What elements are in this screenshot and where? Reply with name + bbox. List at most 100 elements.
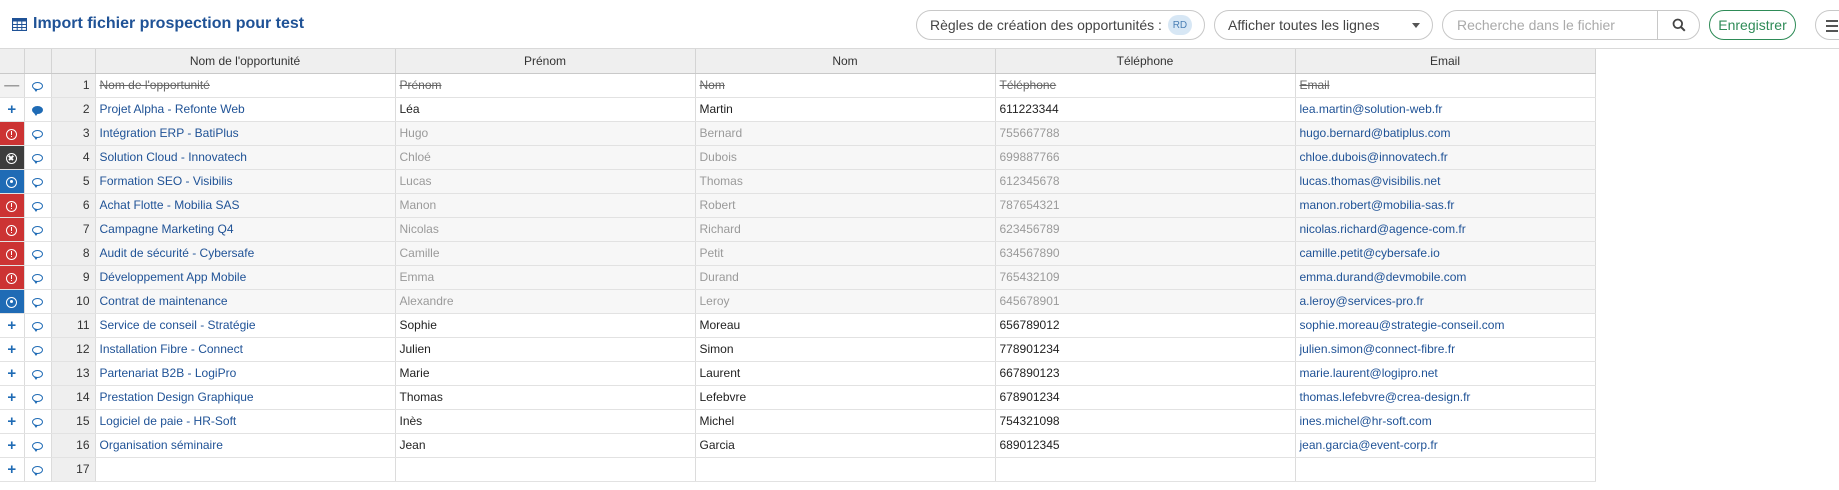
- cell-phone[interactable]: 754321098: [995, 409, 1296, 434]
- cell-opportunity[interactable]: Organisation séminaire: [95, 433, 396, 458]
- table-row[interactable]: +2 Projet Alpha - Refonte Web Léa Martin 611…: [0, 97, 1596, 122]
- row-status-add[interactable]: +: [0, 97, 25, 122]
- cell-email[interactable]: marie.laurent@logipro.net: [1295, 361, 1596, 386]
- row-status-error[interactable]: [0, 241, 25, 266]
- row-status-add[interactable]: +: [0, 385, 25, 410]
- opportunity-rules-button[interactable]: Règles de création des opportunités : RD: [916, 10, 1205, 40]
- cell-opportunity[interactable]: Intégration ERP - BatiPlus: [95, 121, 396, 146]
- comment-button[interactable]: [24, 385, 52, 410]
- cell-opportunity[interactable]: [95, 457, 396, 482]
- cell-opportunity[interactable]: Prestation Design Graphique: [95, 385, 396, 410]
- cell-email[interactable]: lucas.thomas@visibilis.net: [1295, 169, 1596, 194]
- table-row[interactable]: 10 Contrat de maintenance Alexandre Leroy 64…: [0, 289, 1596, 314]
- cell-email[interactable]: [1295, 457, 1596, 482]
- cell-email[interactable]: sophie.moreau@strategie-conseil.com: [1295, 313, 1596, 338]
- cell-lastname[interactable]: [695, 457, 996, 482]
- cell-email[interactable]: emma.durand@devmobile.com: [1295, 265, 1596, 290]
- comment-button[interactable]: [24, 145, 52, 170]
- cell-phone[interactable]: 612345678: [995, 169, 1296, 194]
- cell-email[interactable]: hugo.bernard@batiplus.com: [1295, 121, 1596, 146]
- cell-phone[interactable]: 678901234: [995, 385, 1296, 410]
- row-status-add[interactable]: +: [0, 457, 25, 482]
- comment-button[interactable]: [24, 337, 52, 362]
- cell-firstname[interactable]: Jean: [395, 433, 696, 458]
- cell-firstname[interactable]: Prénom: [395, 73, 696, 98]
- cell-firstname[interactable]: Camille: [395, 241, 696, 266]
- comment-button[interactable]: [24, 265, 52, 290]
- cell-phone[interactable]: 787654321: [995, 193, 1296, 218]
- cell-firstname[interactable]: Léa: [395, 97, 696, 122]
- row-status-add[interactable]: +: [0, 337, 25, 362]
- table-row[interactable]: 7 Campagne Marketing Q4 Nicolas Richard 6234…: [0, 217, 1596, 242]
- cell-opportunity[interactable]: Service de conseil - Stratégie: [95, 313, 396, 338]
- cell-opportunity[interactable]: Nom de l'opportunité: [95, 73, 396, 98]
- table-row[interactable]: 6 Achat Flotte - Mobilia SAS Manon Robert 78…: [0, 193, 1596, 218]
- row-status-add[interactable]: +: [0, 361, 25, 386]
- comment-button[interactable]: [24, 241, 52, 266]
- save-button[interactable]: Enregistrer: [1709, 10, 1796, 40]
- cell-lastname[interactable]: Nom: [695, 73, 996, 98]
- table-row[interactable]: 9 Développement App Mobile Emma Durand 76543…: [0, 265, 1596, 290]
- column-header-opportunity[interactable]: Nom de l'opportunité: [95, 49, 396, 74]
- comment-button[interactable]: [24, 169, 52, 194]
- table-row[interactable]: +16 Organisation séminaire Jean Garcia 68901…: [0, 433, 1596, 458]
- cell-phone[interactable]: 689012345: [995, 433, 1296, 458]
- cell-phone[interactable]: 656789012: [995, 313, 1296, 338]
- table-row[interactable]: +12 Installation Fibre - Connect Julien Sim…: [0, 337, 1596, 362]
- cell-email[interactable]: Email: [1295, 73, 1596, 98]
- comment-button[interactable]: [24, 433, 52, 458]
- cell-firstname[interactable]: Inès: [395, 409, 696, 434]
- table-row[interactable]: 3 Intégration ERP - BatiPlus Hugo Bernard 75…: [0, 121, 1596, 146]
- comment-button[interactable]: [24, 289, 52, 314]
- cell-opportunity[interactable]: Solution Cloud - Innovatech: [95, 145, 396, 170]
- search-button[interactable]: [1657, 11, 1699, 39]
- cell-lastname[interactable]: Petit: [695, 241, 996, 266]
- column-header-lastname[interactable]: Nom: [695, 49, 996, 74]
- table-row[interactable]: +13 Partenariat B2B - LogiPro Marie Laurent…: [0, 361, 1596, 386]
- cell-phone[interactable]: 755667788: [995, 121, 1296, 146]
- cell-lastname[interactable]: Garcia: [695, 433, 996, 458]
- cell-opportunity[interactable]: Partenariat B2B - LogiPro: [95, 361, 396, 386]
- table-row[interactable]: — 1 Nom de l'opportunité Prénom Nom Téléphone…: [0, 73, 1596, 98]
- cell-firstname[interactable]: Alexandre: [395, 289, 696, 314]
- row-status-error[interactable]: [0, 193, 25, 218]
- menu-button[interactable]: [1815, 10, 1839, 40]
- row-status-add[interactable]: +: [0, 409, 25, 434]
- cell-lastname[interactable]: Lefebvre: [695, 385, 996, 410]
- cell-email[interactable]: a.leroy@services-pro.fr: [1295, 289, 1596, 314]
- cell-lastname[interactable]: Durand: [695, 265, 996, 290]
- cell-opportunity[interactable]: Développement App Mobile: [95, 265, 396, 290]
- cell-email[interactable]: julien.simon@connect-fibre.fr: [1295, 337, 1596, 362]
- comment-button[interactable]: [24, 409, 52, 434]
- cell-phone[interactable]: 611223344: [995, 97, 1296, 122]
- comment-button[interactable]: [24, 217, 52, 242]
- cell-lastname[interactable]: Simon: [695, 337, 996, 362]
- row-status-error[interactable]: [0, 121, 25, 146]
- cell-phone[interactable]: 699887766: [995, 145, 1296, 170]
- table-row[interactable]: 8 Audit de sécurité - Cybersafe Camille Pet…: [0, 241, 1596, 266]
- cell-lastname[interactable]: Michel: [695, 409, 996, 434]
- row-status-error[interactable]: [0, 217, 25, 242]
- cell-opportunity[interactable]: Formation SEO - Visibilis: [95, 169, 396, 194]
- table-row[interactable]: +15 Logiciel de paie - HR-Soft Inès Michel 7…: [0, 409, 1596, 434]
- cell-opportunity[interactable]: Achat Flotte - Mobilia SAS: [95, 193, 396, 218]
- row-status-add[interactable]: +: [0, 313, 25, 338]
- table-row[interactable]: 5 Formation SEO - Visibilis Lucas Thomas 612…: [0, 169, 1596, 194]
- cell-firstname[interactable]: Lucas: [395, 169, 696, 194]
- cell-phone[interactable]: 778901234: [995, 337, 1296, 362]
- cell-lastname[interactable]: Bernard: [695, 121, 996, 146]
- cell-firstname[interactable]: Sophie: [395, 313, 696, 338]
- cell-email[interactable]: camille.petit@cybersafe.io: [1295, 241, 1596, 266]
- row-status-error[interactable]: [0, 265, 25, 290]
- comment-button[interactable]: [24, 73, 52, 98]
- cell-opportunity[interactable]: Projet Alpha - Refonte Web: [95, 97, 396, 122]
- cell-firstname[interactable]: Manon: [395, 193, 696, 218]
- row-status-header[interactable]: —: [0, 73, 25, 98]
- cell-email[interactable]: manon.robert@mobilia-sas.fr: [1295, 193, 1596, 218]
- comment-button[interactable]: [24, 121, 52, 146]
- table-row[interactable]: +11 Service de conseil - Stratégie Sophie M…: [0, 313, 1596, 338]
- comment-button[interactable]: [24, 457, 52, 482]
- column-header-email[interactable]: Email: [1295, 49, 1596, 74]
- cell-phone[interactable]: Téléphone: [995, 73, 1296, 98]
- cell-email[interactable]: ines.michel@hr-soft.com: [1295, 409, 1596, 434]
